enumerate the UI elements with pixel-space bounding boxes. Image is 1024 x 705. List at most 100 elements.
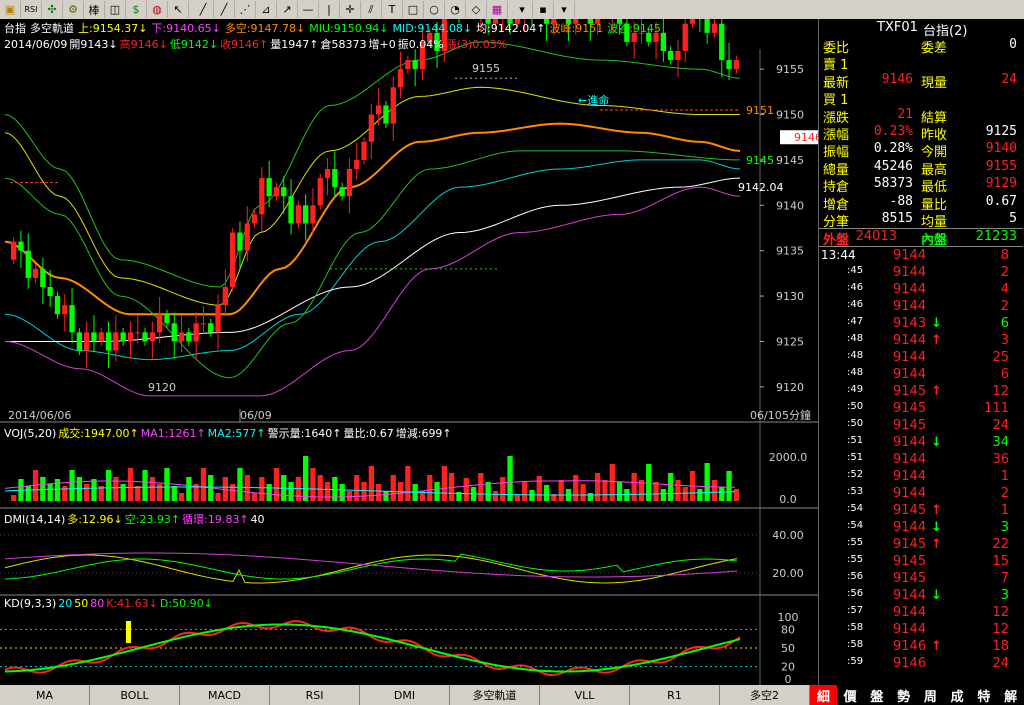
candle-body bbox=[208, 323, 214, 333]
kd-level-20: 20 bbox=[58, 597, 73, 610]
tick-qty: 111 bbox=[984, 401, 1009, 416]
right-tab-7[interactable]: 特 bbox=[970, 685, 998, 705]
color-icon[interactable]: ◍ bbox=[147, 1, 168, 18]
dropdown2-icon[interactable]: ▾ bbox=[554, 1, 575, 18]
date-label: 06/09 bbox=[240, 409, 272, 422]
tab-macd[interactable]: MACD bbox=[180, 685, 270, 705]
cross-icon[interactable]: ✛ bbox=[340, 1, 361, 18]
right-tab-2[interactable]: 價 bbox=[836, 685, 864, 705]
quote-row: 持倉 58373 最低 9129 bbox=[819, 176, 1023, 195]
volume-bar bbox=[405, 466, 411, 501]
tick-row: :55 9145 ↑ 22 bbox=[819, 537, 1023, 554]
outer-inner-row: 外盤 24013 內盤 21233 bbox=[819, 228, 1023, 248]
tab-long-short-track[interactable]: 多空軌道 bbox=[450, 685, 540, 705]
dropdown-icon[interactable]: ▾ bbox=[512, 1, 533, 18]
kd-title-bar: KD(9,3,3) 20 50 80 K:41.63↓ D:50.90↓ bbox=[4, 597, 217, 610]
volume-bar bbox=[609, 464, 615, 501]
tick-time: :45 bbox=[847, 265, 864, 276]
tick-arrow-icon: ↑ bbox=[931, 503, 942, 518]
tick-row: :59 9146 24 bbox=[819, 656, 1023, 673]
volume-bar bbox=[719, 487, 725, 501]
hline-icon[interactable]: — bbox=[298, 1, 319, 18]
lower-band-line bbox=[4, 186, 741, 397]
palette-icon[interactable]: ▦ bbox=[487, 1, 508, 18]
candle-body bbox=[361, 141, 367, 160]
gear-icon[interactable]: ⚙ bbox=[63, 1, 84, 18]
tick-time: :55 bbox=[847, 537, 864, 548]
arrow-icon[interactable]: ↗ bbox=[277, 1, 298, 18]
right-tab-5[interactable]: 周 bbox=[917, 685, 944, 705]
tab-boll[interactable]: BOLL bbox=[90, 685, 180, 705]
right-tab-1[interactable]: 細 bbox=[810, 685, 837, 705]
vol-y-label: 0.0 bbox=[779, 493, 797, 506]
tab-vll[interactable]: VLL bbox=[540, 685, 630, 705]
avg-value-label: 9142.04 bbox=[738, 181, 784, 194]
volume-bar bbox=[478, 473, 484, 501]
tab-ma[interactable]: MA bbox=[0, 685, 90, 705]
rsi-button[interactable]: RSI bbox=[21, 1, 42, 18]
candle-body bbox=[230, 232, 236, 287]
text-icon[interactable]: T bbox=[382, 1, 403, 18]
tick-time: :50 bbox=[847, 401, 864, 412]
chart-svg[interactable]: 9155 9150 9145 9140 9135 9130 9125 9120 9155 9120… bbox=[0, 19, 818, 685]
tick-qty: 6 bbox=[1000, 316, 1009, 331]
dmi-title-bar: DMI(14,14) 多:12.96↓ 空:23.93↑ 循環:19.83↑ 40 bbox=[4, 511, 269, 527]
select-icon[interactable]: ◫ bbox=[105, 1, 126, 18]
candle-body bbox=[303, 205, 309, 224]
eraser-icon[interactable]: ◇ bbox=[466, 1, 487, 18]
candle-body bbox=[704, 19, 710, 33]
right-tab-3[interactable]: 盤 bbox=[863, 685, 891, 705]
rect-icon[interactable]: □ bbox=[403, 1, 424, 18]
candle-type-button[interactable]: 棒 bbox=[84, 1, 105, 18]
line-tool-icon[interactable]: ╱ bbox=[193, 1, 214, 18]
vline-icon[interactable]: | bbox=[319, 1, 340, 18]
volume-bar bbox=[186, 477, 192, 501]
candle-body bbox=[40, 268, 46, 287]
tick-price: 9145 bbox=[893, 401, 927, 416]
measure-icon[interactable]: ⊿ bbox=[256, 1, 277, 18]
volume-bar bbox=[441, 466, 447, 501]
dmi-y-label: 20.00 bbox=[772, 567, 804, 580]
volume-bar bbox=[711, 480, 718, 501]
folder-icon[interactable]: ▣ bbox=[0, 1, 21, 18]
volume-bar bbox=[390, 475, 396, 501]
save-icon[interactable]: ▪ bbox=[533, 1, 554, 18]
tick-arrow-icon: ↑ bbox=[931, 333, 942, 348]
volume-bar bbox=[682, 487, 688, 501]
kd-signal-bar bbox=[126, 621, 131, 643]
fib-icon[interactable]: ⋰ bbox=[235, 1, 256, 18]
volume-bar bbox=[273, 468, 280, 501]
volume-bar bbox=[251, 493, 258, 501]
tab-r1[interactable]: R1 bbox=[630, 685, 720, 705]
tab-dmi[interactable]: DMI bbox=[360, 685, 450, 705]
y-tick-label: 9155 bbox=[776, 63, 804, 76]
dmi-minus: 空:23.93↑ bbox=[124, 513, 181, 526]
candle-body bbox=[98, 332, 104, 342]
right-tab-6[interactable]: 成 bbox=[943, 685, 971, 705]
ellipse-icon[interactable]: ○ bbox=[424, 1, 445, 18]
tab-long-short-2[interactable]: 多空2 bbox=[720, 685, 810, 705]
main-trough: 波谷:9145 bbox=[607, 22, 661, 35]
mid-line bbox=[4, 122, 741, 316]
pointer-icon[interactable]: ↖ bbox=[168, 1, 189, 18]
volume-bar bbox=[463, 478, 469, 501]
candle-body bbox=[113, 332, 119, 351]
candle-body bbox=[142, 332, 148, 342]
candle-body bbox=[668, 51, 674, 61]
quote-value-1: 58373 bbox=[873, 176, 913, 192]
tab-rsi[interactable]: RSI bbox=[270, 685, 360, 705]
vol-ma2: MA2:577↑ bbox=[207, 427, 266, 440]
chart-area[interactable]: 9155 9150 9145 9140 9135 9130 9125 9120 9155 9120… bbox=[0, 19, 818, 685]
right-tab-8[interactable]: 解 bbox=[997, 685, 1024, 705]
ohlc-low: 低9142↓ bbox=[169, 38, 219, 51]
right-tab-4[interactable]: 勢 bbox=[890, 685, 917, 705]
bucket-icon[interactable]: ◔ bbox=[445, 1, 466, 18]
channel-icon[interactable]: ⫽ bbox=[361, 1, 382, 18]
parallel-line-icon[interactable]: ╱ bbox=[214, 1, 235, 18]
move-icon[interactable]: ✣ bbox=[42, 1, 63, 18]
quote-label-2: 量比 bbox=[921, 197, 948, 213]
tick-arrow-icon: ↑ bbox=[931, 537, 942, 552]
volume-bar bbox=[120, 484, 126, 501]
vol-name: VOJ(5,20) bbox=[4, 427, 57, 440]
dollar-icon[interactable]: $ bbox=[126, 1, 147, 18]
